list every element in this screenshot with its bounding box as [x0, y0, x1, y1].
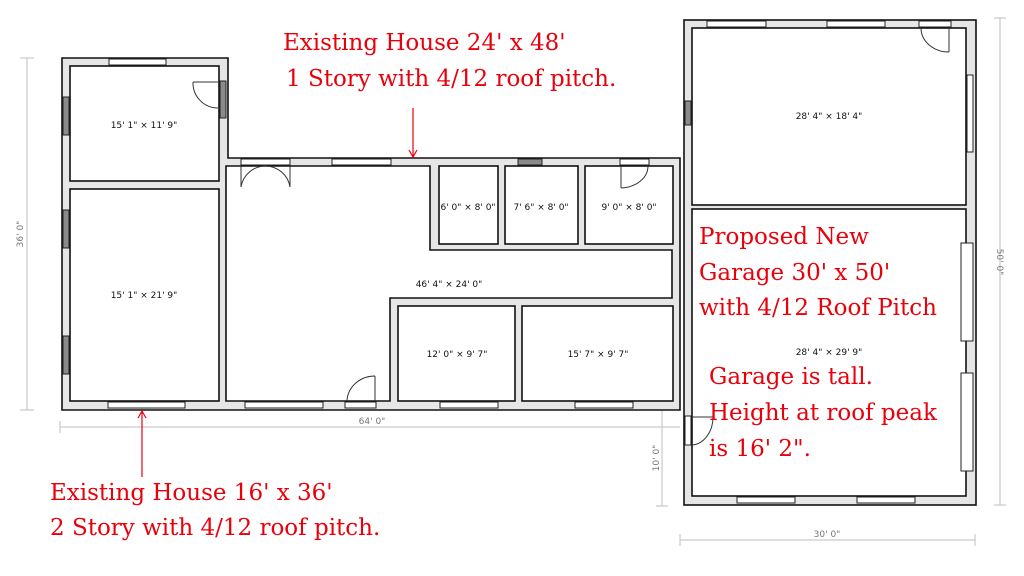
- window: [856, 496, 916, 504]
- window: [966, 74, 974, 153]
- annotation-garage-height-line2: Height at roof peak: [709, 400, 938, 426]
- room-label: 28' 4" × 29' 9": [796, 348, 863, 358]
- room-label: 46' 4" × 24' 0": [416, 280, 483, 290]
- window: [826, 20, 886, 28]
- room-label: 9' 0" × 8' 0": [601, 203, 656, 213]
- window: [960, 242, 974, 342]
- window: [706, 20, 767, 28]
- room-label: 15' 7" × 9' 7": [568, 350, 629, 360]
- room-label: 15' 1" × 21' 9": [111, 291, 178, 301]
- window: [62, 209, 70, 249]
- dim-label-garage-offset: 10' 0": [652, 445, 662, 472]
- window: [736, 496, 796, 504]
- window: [107, 401, 186, 409]
- window: [684, 100, 692, 126]
- window: [574, 401, 634, 409]
- window: [517, 158, 543, 166]
- window: [439, 401, 499, 409]
- window: [62, 96, 70, 136]
- dim-label-garage-height: 50' 0": [994, 249, 1004, 276]
- window: [331, 158, 392, 166]
- room-label: 7' 6" × 8' 0": [513, 203, 568, 213]
- annotation-proposed-garage-line3: with 4/12 Roof Pitch: [699, 295, 937, 321]
- dim-label-garage-width: 30' 0": [814, 530, 841, 540]
- dim-label-house-width: 64' 0": [359, 417, 386, 427]
- room-label: 6' 0" × 8' 0": [440, 203, 495, 213]
- annotation-proposed-garage-line1: Proposed New: [699, 224, 869, 250]
- arrow-existing-house-main: [408, 108, 418, 159]
- annotation-existing-house-two-story-line2: 2 Story with 4/12 roof pitch.: [50, 515, 380, 541]
- window: [244, 401, 324, 409]
- window: [960, 372, 974, 472]
- room-label: 15' 1" × 11' 9": [111, 121, 178, 131]
- room-label: 12' 0" × 9' 7": [427, 350, 488, 360]
- arrow-existing-house-two-story: [137, 409, 147, 477]
- window: [62, 335, 70, 375]
- annotation-garage-height-line1: Garage is tall.: [709, 364, 873, 390]
- annotation-existing-house-two-story-line1: Existing House 16' x 36': [50, 480, 333, 506]
- annotation-garage-height-line3: is 16' 2".: [709, 436, 811, 462]
- dim-label-house-height: 36' 0": [16, 221, 26, 248]
- annotation-proposed-garage-line2: Garage 30' x 50': [699, 260, 890, 286]
- window: [108, 58, 167, 66]
- annotation-existing-house-main-line1: Existing House 24' x 48': [283, 30, 566, 56]
- room-label: 28' 4" × 18' 4": [796, 112, 863, 122]
- annotation-existing-house-main-line2: 1 Story with 4/12 roof pitch.: [286, 66, 616, 92]
- window: [219, 80, 227, 119]
- floor-plan: 36' 0" 64' 0" 50' 0" 30' 0" 10' 0" 15' 1…: [16, 17, 1006, 546]
